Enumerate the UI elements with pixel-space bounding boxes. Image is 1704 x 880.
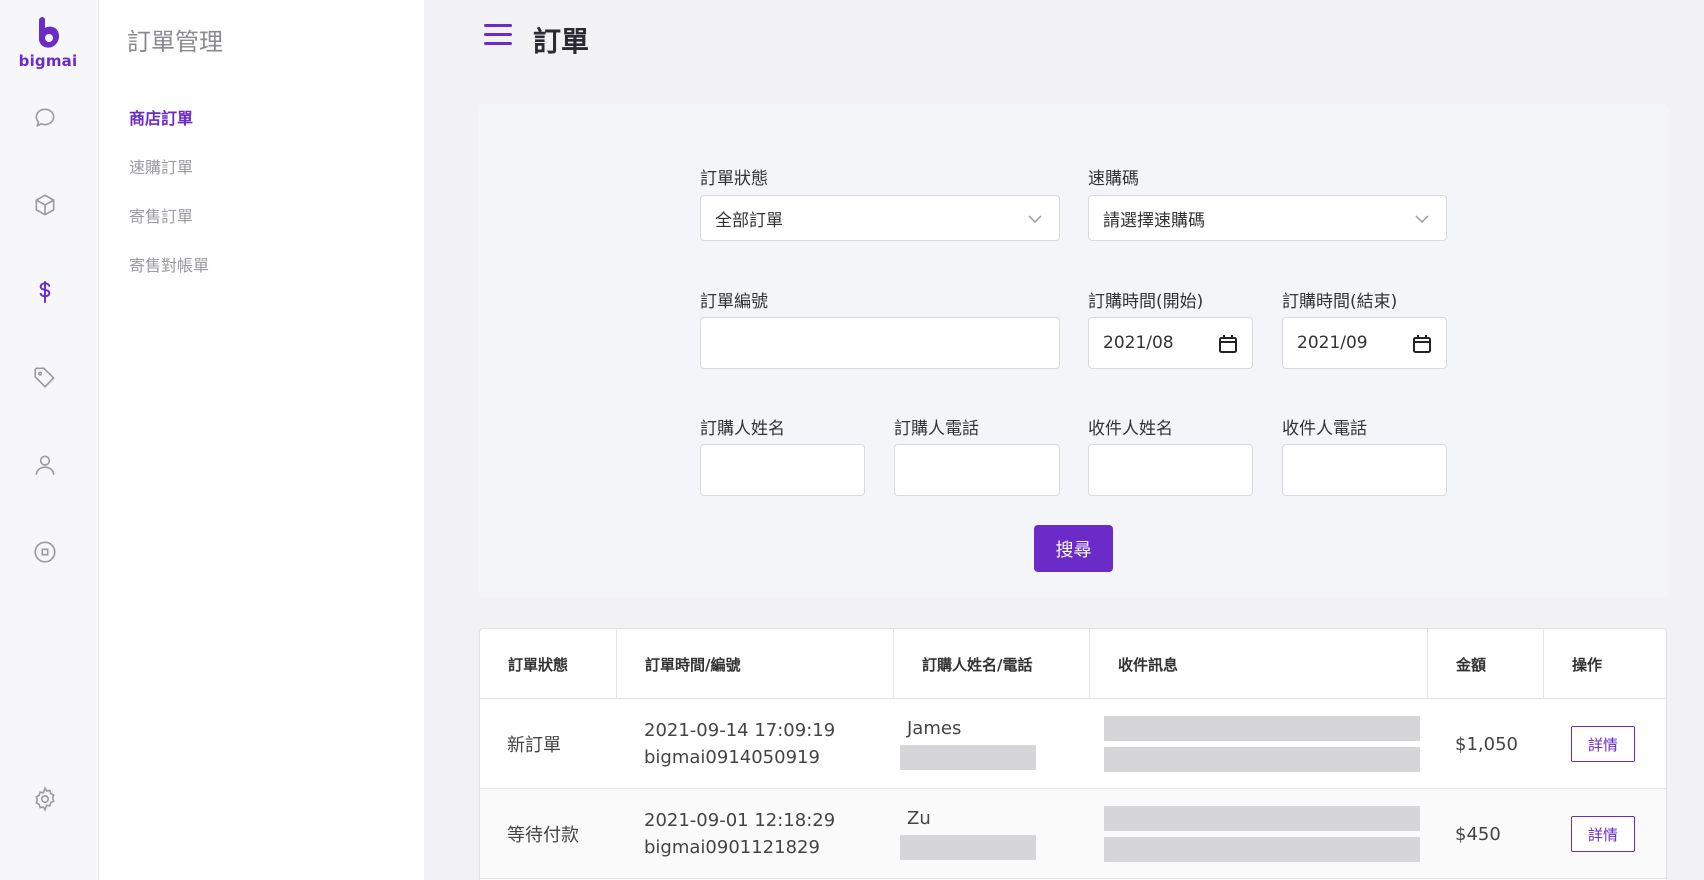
order-no-input[interactable] <box>700 317 1060 369</box>
row-buyer-name: James <box>907 718 962 739</box>
brand-logo[interactable]: bigmai <box>18 14 78 74</box>
icon-rail: bigmai <box>0 0 99 880</box>
redacted-receiver-line2 <box>1104 837 1420 862</box>
row-buyer: James <box>894 699 1090 789</box>
calendar-icon[interactable] <box>1218 334 1238 354</box>
buyer-phone-input[interactable] <box>894 444 1060 496</box>
page-title: 訂單 <box>533 25 590 58</box>
end-date-label: 訂購時間(結束) <box>1282 292 1398 312</box>
table-header: 訂單狀態 訂單時間/編號 訂購人姓名/電話 收件訊息 金額 操作 <box>480 629 1666 699</box>
end-date-input[interactable]: 2021/09 <box>1282 317 1447 369</box>
start-date-label: 訂購時間(開始) <box>1088 292 1204 312</box>
end-date-value: 2021/09 <box>1297 333 1368 353</box>
redacted-receiver-line1 <box>1104 806 1420 831</box>
sidebar-item-consignment-statement[interactable]: 寄售對帳單 <box>129 252 209 276</box>
search-button[interactable]: 搜尋 <box>1034 525 1113 572</box>
redacted-receiver-line1 <box>1104 716 1420 741</box>
chevron-down-icon <box>1415 215 1429 223</box>
calendar-icon[interactable] <box>1412 334 1432 354</box>
bigmai-logo-icon <box>39 16 60 48</box>
row-order-no: bigmai0914050919 <box>644 747 820 768</box>
tag-icon[interactable] <box>30 363 60 393</box>
row-buyer-name: Zu <box>907 808 931 829</box>
quick-code-placeholder: 請選擇速購碼 <box>1103 210 1205 231</box>
row-amount: $1,050 <box>1455 733 1518 755</box>
table-row: 等待付款 2021-09-01 12:18:29 bigmai090112182… <box>480 789 1666 879</box>
row-time: 2021-09-14 17:09:19 <box>644 720 836 741</box>
buyer-phone-label: 訂購人電話 <box>894 419 979 439</box>
table-row: 新訂單 2021-09-14 17:09:19 bigmai0914050919… <box>480 699 1666 789</box>
row-time: 2021-09-01 12:18:29 <box>644 810 836 831</box>
sidebar-item-quick-orders[interactable]: 速購訂單 <box>129 154 193 178</box>
receiver-name-label: 收件人姓名 <box>1088 419 1173 439</box>
chevron-down-icon <box>1028 215 1042 223</box>
th-action: 操作 <box>1572 655 1603 674</box>
quick-code-label: 速購碼 <box>1088 169 1139 189</box>
coin-icon[interactable] <box>30 537 60 567</box>
logo-text: bigmai <box>18 52 78 70</box>
receiver-name-input[interactable] <box>1088 444 1253 496</box>
row-receiver <box>1090 789 1428 879</box>
quick-code-select[interactable]: 請選擇速購碼 <box>1088 195 1447 241</box>
menu-toggle-icon[interactable] <box>484 24 512 52</box>
sidebar-item-store-orders[interactable]: 商店訂單 <box>129 105 193 129</box>
order-status-value: 全部訂單 <box>715 210 783 231</box>
row-order-no: bigmai0901121829 <box>644 837 820 858</box>
th-time-no: 訂單時間/編號 <box>617 629 894 699</box>
row-status: 等待付款 <box>507 825 579 846</box>
detail-button[interactable]: 詳情 <box>1571 726 1635 762</box>
row-time-no: 2021-09-14 17:09:19 bigmai0914050919 <box>617 699 894 789</box>
buyer-name-input[interactable] <box>700 444 865 496</box>
redacted-phone <box>900 745 1036 770</box>
redacted-phone <box>900 835 1036 860</box>
row-status: 新訂單 <box>507 735 561 756</box>
th-status: 訂單狀態 <box>480 629 617 699</box>
user-icon[interactable] <box>30 450 60 480</box>
secondary-sidebar: 訂單管理 商店訂單 速購訂單 寄售訂單 寄售對帳單 <box>99 0 424 880</box>
orders-table: 訂單狀態 訂單時間/編號 訂購人姓名/電話 收件訊息 金額 操作 新訂單 202… <box>479 628 1667 880</box>
th-receiver: 收件訊息 <box>1090 629 1428 699</box>
chat-icon[interactable] <box>30 103 60 133</box>
row-receiver <box>1090 699 1428 789</box>
row-time-no: 2021-09-01 12:18:29 bigmai0901121829 <box>617 789 894 879</box>
sidebar-title: 訂單管理 <box>127 28 223 56</box>
th-buyer: 訂購人姓名/電話 <box>894 629 1090 699</box>
order-no-label: 訂單編號 <box>700 292 768 312</box>
redacted-receiver-line2 <box>1104 747 1420 772</box>
receiver-phone-input[interactable] <box>1282 444 1447 496</box>
buyer-name-label: 訂購人姓名 <box>700 419 785 439</box>
receiver-phone-label: 收件人電話 <box>1282 419 1367 439</box>
start-date-value: 2021/08 <box>1103 333 1174 353</box>
sidebar-item-consignment-orders[interactable]: 寄售訂單 <box>129 203 193 227</box>
filter-panel <box>479 104 1669 598</box>
row-buyer: Zu <box>894 789 1090 879</box>
box-icon[interactable] <box>30 190 60 220</box>
th-amount: 金額 <box>1428 629 1544 699</box>
dollar-icon[interactable] <box>30 277 60 307</box>
gear-icon[interactable] <box>30 784 60 814</box>
row-amount: $450 <box>1455 823 1501 845</box>
order-status-select[interactable]: 全部訂單 <box>700 195 1060 241</box>
start-date-input[interactable]: 2021/08 <box>1088 317 1253 369</box>
order-status-label: 訂單狀態 <box>700 169 768 189</box>
detail-button[interactable]: 詳情 <box>1571 816 1635 852</box>
